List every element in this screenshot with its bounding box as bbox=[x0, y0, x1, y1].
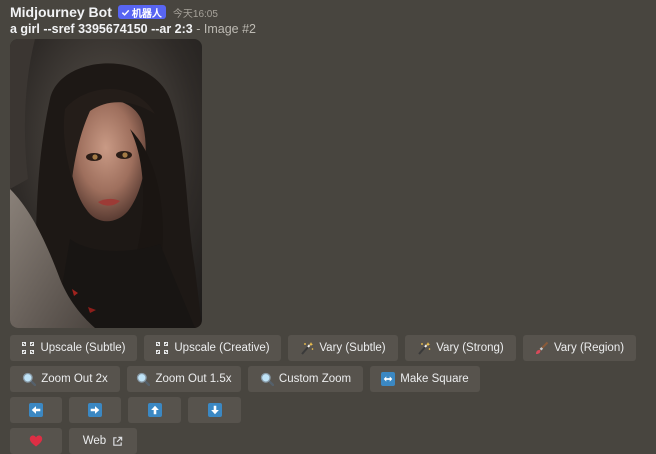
pan-left-button[interactable] bbox=[10, 397, 62, 423]
make-square-label: Make Square bbox=[400, 373, 469, 385]
expand-corners-icon bbox=[155, 341, 169, 355]
pan-down-button[interactable] bbox=[188, 397, 241, 423]
upscale-creative-button[interactable]: Upscale (Creative) bbox=[144, 335, 281, 361]
vary-region-button[interactable]: Vary (Region) bbox=[523, 335, 636, 361]
upscale-subtle-label: Upscale (Subtle) bbox=[40, 342, 126, 354]
portrait-illustration bbox=[10, 39, 202, 328]
magnifier-icon bbox=[260, 372, 274, 386]
pan-right-button[interactable] bbox=[69, 397, 121, 423]
vary-subtle-button[interactable]: Vary (Subtle) bbox=[288, 335, 398, 361]
custom-zoom-button[interactable]: Custom Zoom bbox=[248, 366, 363, 392]
custom-zoom-label: Custom Zoom bbox=[278, 373, 352, 385]
zoom-out-1-5x-button[interactable]: Zoom Out 1.5x bbox=[127, 366, 241, 392]
magnifier-icon bbox=[136, 372, 151, 386]
checkmark-icon bbox=[121, 9, 130, 16]
external-link-icon bbox=[113, 436, 123, 446]
magic-wand-icon bbox=[417, 341, 431, 355]
zoom-out-2x-button[interactable]: Zoom Out 2x bbox=[10, 366, 120, 392]
upscale-creative-label: Upscale (Creative) bbox=[174, 342, 270, 354]
pan-up-button[interactable] bbox=[128, 397, 181, 423]
prompt-text: a girl --sref 3395674150 --ar 2:3 bbox=[10, 22, 193, 36]
arrow-down-icon bbox=[207, 403, 222, 417]
vary-subtle-label: Vary (Subtle) bbox=[319, 342, 386, 354]
arrow-right-icon bbox=[88, 403, 102, 417]
bot-badge: 机器人 bbox=[117, 5, 166, 20]
upscale-subtle-button[interactable]: Upscale (Subtle) bbox=[10, 335, 137, 361]
magic-wand-icon bbox=[300, 341, 314, 355]
arrow-left-icon bbox=[29, 403, 43, 417]
vary-strong-label: Vary (Strong) bbox=[436, 342, 504, 354]
arrow-up-icon bbox=[147, 403, 162, 417]
web-link-label: Web bbox=[82, 435, 107, 447]
prompt-line: a girl --sref 3395674150 --ar 2:3 - Imag… bbox=[10, 22, 256, 36]
web-link-button[interactable]: Web bbox=[69, 428, 137, 454]
vary-strong-button[interactable]: Vary (Strong) bbox=[405, 335, 516, 361]
expand-corners-icon bbox=[21, 341, 35, 355]
left-right-arrow-icon bbox=[381, 372, 396, 386]
image-index: - Image #2 bbox=[196, 22, 256, 36]
bot-badge-label: 机器人 bbox=[131, 8, 162, 20]
generated-image[interactable] bbox=[10, 39, 202, 328]
heart-icon bbox=[29, 434, 43, 448]
make-square-button[interactable]: Make Square bbox=[370, 366, 480, 392]
zoom-out-2x-label: Zoom Out 2x bbox=[41, 373, 108, 385]
message-header: Midjourney Bot 机器人 今天16:05 bbox=[10, 3, 218, 21]
zoom-out-1-5x-label: Zoom Out 1.5x bbox=[155, 373, 232, 385]
timestamp: 今天16:05 bbox=[172, 8, 218, 20]
author-name[interactable]: Midjourney Bot bbox=[10, 4, 112, 20]
vary-region-label: Vary (Region) bbox=[553, 342, 625, 354]
like-button[interactable] bbox=[10, 428, 62, 454]
magnifier-icon bbox=[22, 372, 37, 386]
paintbrush-icon bbox=[535, 341, 549, 355]
